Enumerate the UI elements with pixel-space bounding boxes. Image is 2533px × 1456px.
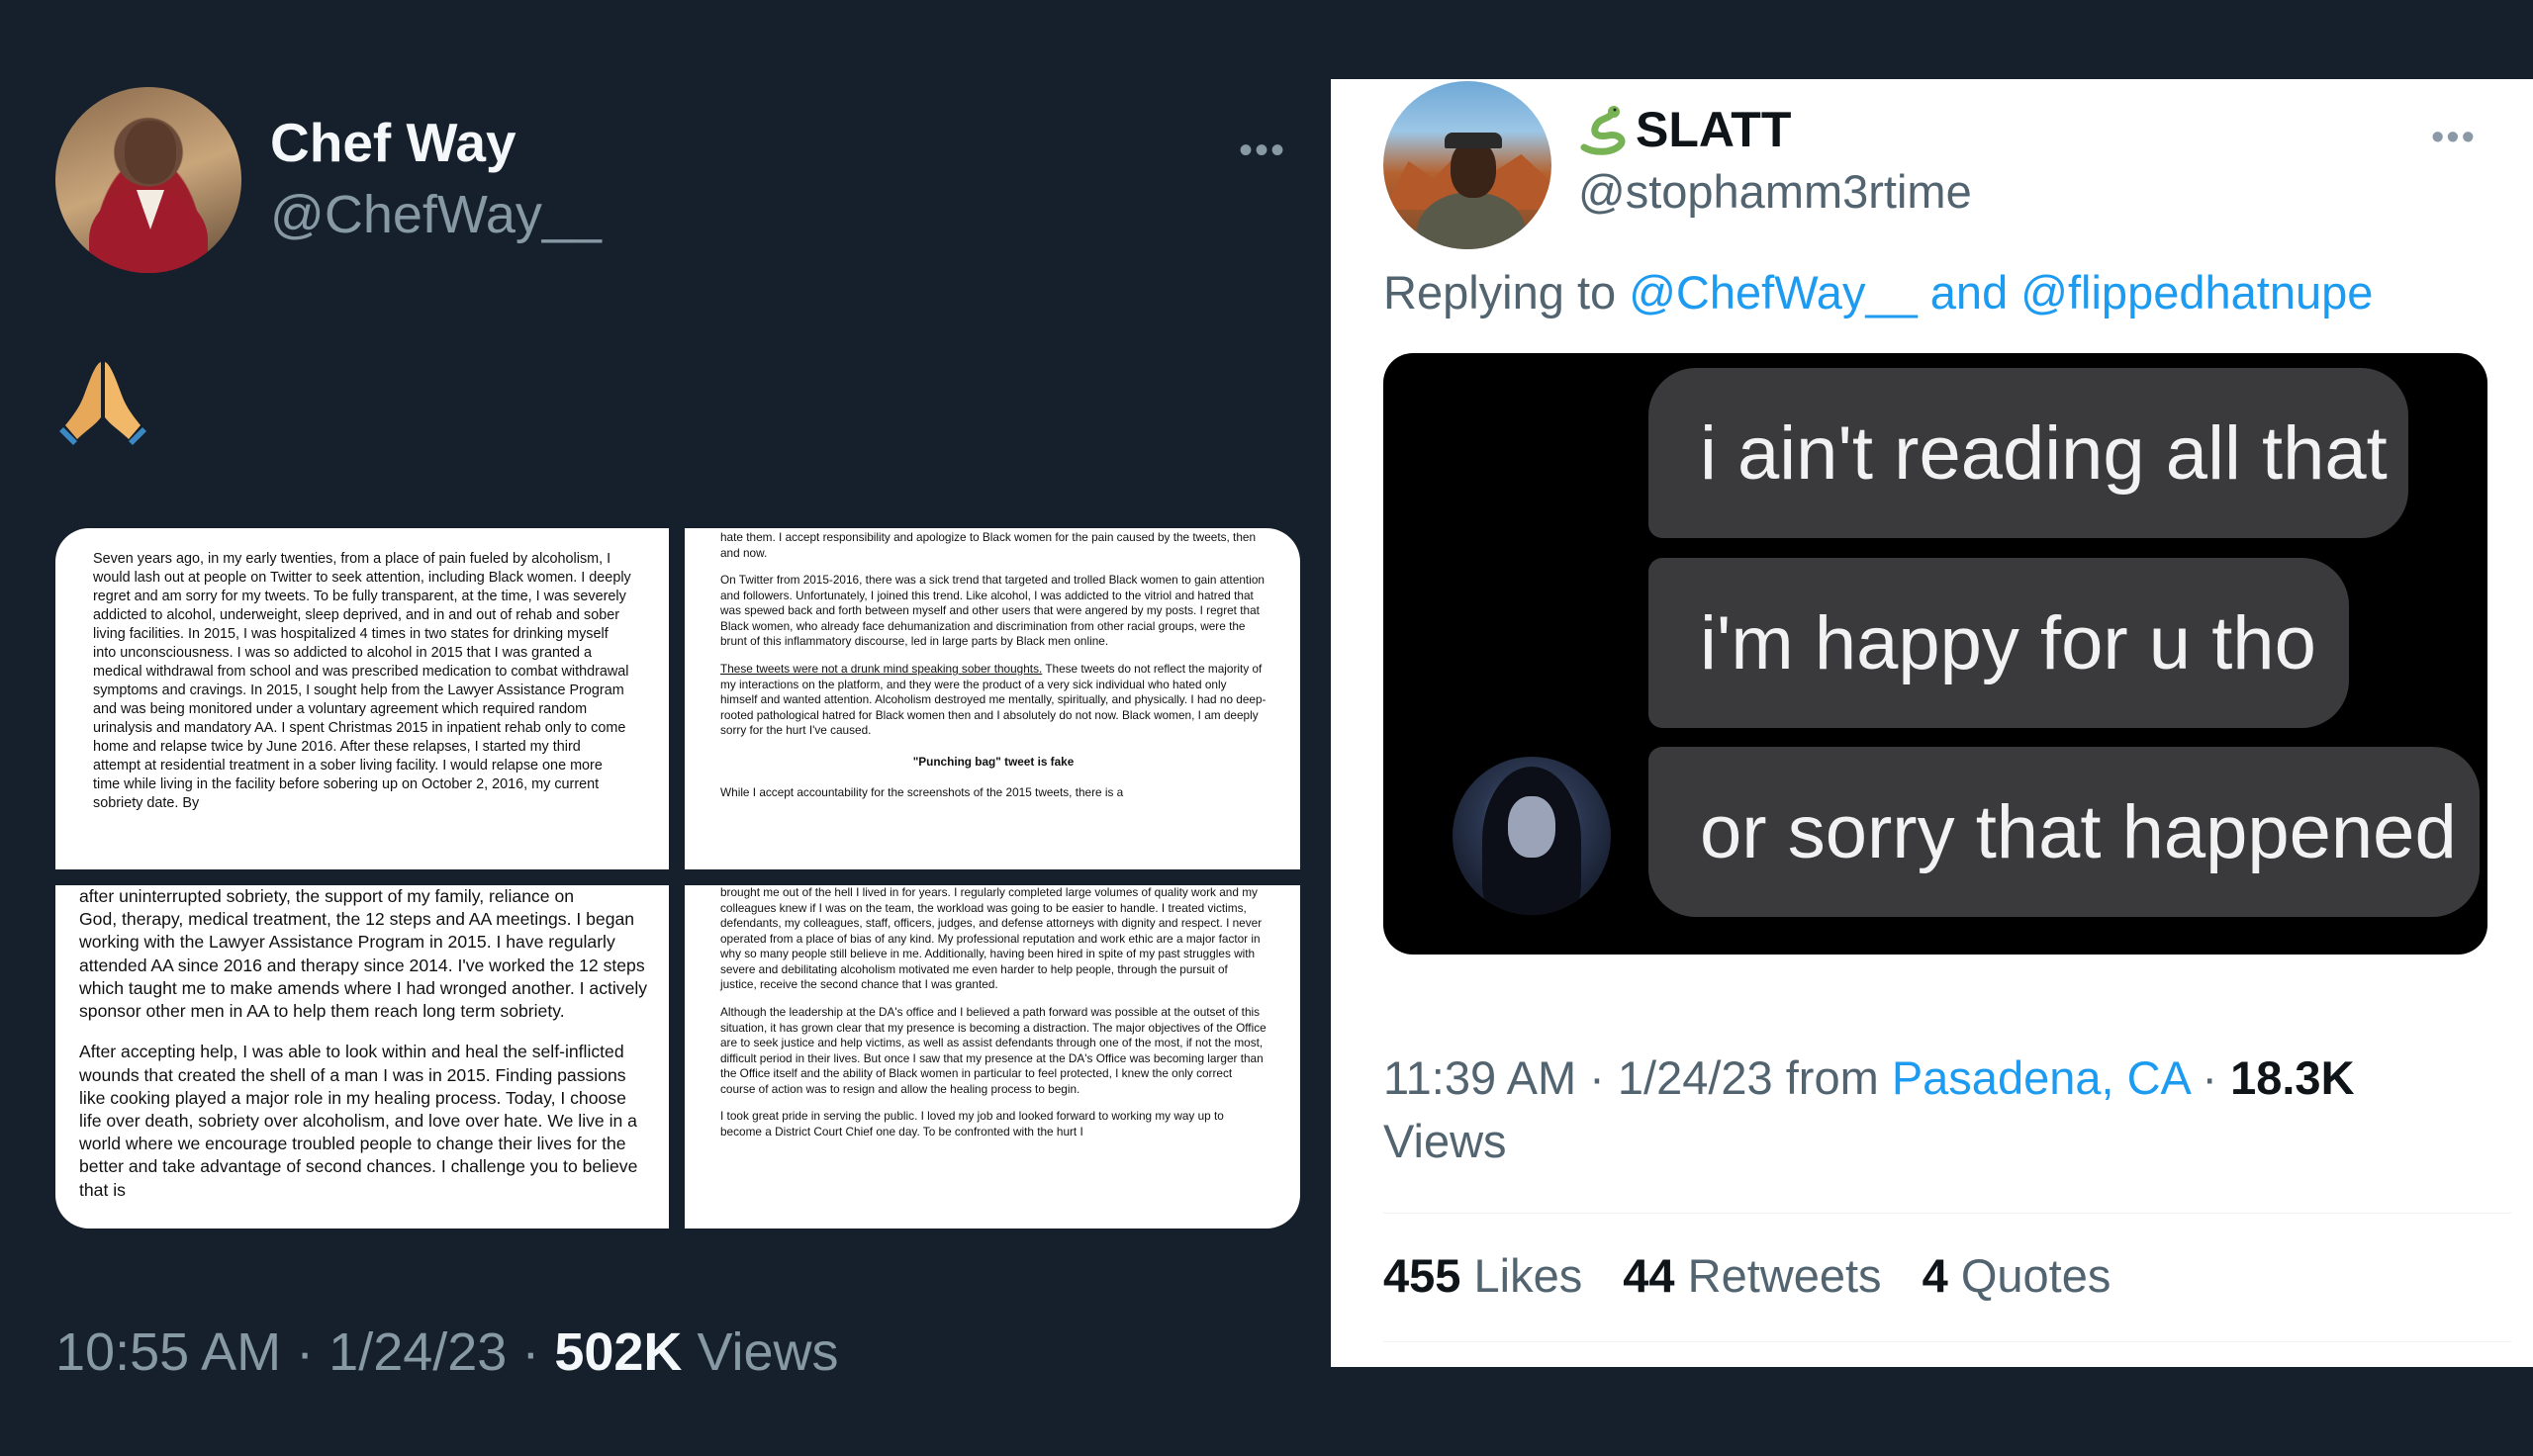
doc-paragraph: After accepting help, I was able to look… xyxy=(79,1042,638,1200)
display-name[interactable]: Chef Way xyxy=(270,111,516,174)
doc-underlined-text: These tweets were not a drunk mind speak… xyxy=(720,661,1043,676)
handle[interactable]: @stophamm3rtime xyxy=(1578,164,1972,219)
folded-hands-icon xyxy=(59,362,146,445)
separator: · xyxy=(1576,1051,1618,1104)
separator: · xyxy=(507,1322,555,1382)
document-image-3[interactable]: after uninterrupted sobriety, the suppor… xyxy=(55,885,669,1228)
doc-paragraph: I took great pride in serving the public… xyxy=(720,1109,1224,1138)
doc-cut-line: after uninterrupted sobriety, the suppor… xyxy=(79,886,575,906)
separator: · xyxy=(2189,1051,2231,1104)
right-tweet: SLATT @stophamm3rtime ••• Replying to @C… xyxy=(1331,79,2533,1367)
quotes-count: 4 xyxy=(1922,1249,1948,1302)
date[interactable]: 1/24/23 xyxy=(328,1322,507,1382)
attached-images[interactable]: Seven years ago, in my early twenties, f… xyxy=(55,528,1300,1228)
divider xyxy=(1383,1213,2511,1214)
document-image-4[interactable]: brought me out of the hell I lived in fo… xyxy=(685,885,1300,1228)
doc-paragraph: These tweets were not a drunk mind speak… xyxy=(720,662,1266,739)
chat-avatar xyxy=(1453,757,1611,915)
more-options-icon[interactable]: ••• xyxy=(1239,129,1286,173)
views-count: 18.3K xyxy=(2230,1051,2355,1104)
more-options-icon[interactable]: ••• xyxy=(2431,117,2477,159)
likes-stat[interactable]: 455 Likes xyxy=(1383,1249,1582,1302)
document-image-1[interactable]: Seven years ago, in my early twenties, f… xyxy=(55,528,669,869)
doc-paragraph: Although the leadership at the DA's offi… xyxy=(720,1004,1266,1096)
document-image-2[interactable]: hate them. I accept responsibility and a… xyxy=(685,528,1300,869)
meme-image[interactable]: i ain't reading all that i'm happy for u… xyxy=(1383,353,2487,955)
doc-paragraph: On Twitter from 2015-2016, there was a s… xyxy=(720,573,1265,649)
date[interactable]: 1/24/23 xyxy=(1618,1051,1773,1104)
doc-paragraph: brought me out of the hell I lived in fo… xyxy=(720,885,1263,992)
doc-paragraph: after uninterrupted sobriety, the suppor… xyxy=(79,885,649,1023)
doc-paragraph: Seven years ago, in my early twenties, f… xyxy=(93,551,631,812)
tweet-metadata: 10:55 AM · 1/24/23 · 502K Views xyxy=(55,1321,839,1383)
doc-paragraph: hate them. I accept responsibility and a… xyxy=(720,530,1257,560)
engagement-stats: 455 Likes 44 Retweets 4 Quotes xyxy=(1383,1248,2138,1303)
snake-icon xyxy=(1580,106,1626,155)
chat-bubble: or sorry that happened xyxy=(1648,747,2480,917)
chat-bubble: i'm happy for u tho xyxy=(1648,558,2349,728)
retweets-count: 44 xyxy=(1623,1249,1675,1302)
quotes-stat[interactable]: 4 Quotes xyxy=(1923,1249,2111,1302)
views-label: Views xyxy=(697,1322,839,1382)
avatar[interactable] xyxy=(55,87,241,273)
avatar[interactable] xyxy=(1383,81,1551,249)
location-link[interactable]: Pasadena, CA xyxy=(1892,1051,2190,1104)
display-name-text: SLATT xyxy=(1636,102,1792,157)
left-tweet: Chef Way @ChefWay__ ••• Seven years ago,… xyxy=(0,0,1331,1456)
mention-link[interactable]: @flippedhatnupe xyxy=(2020,266,2373,318)
mention-link[interactable]: @ChefWay__ xyxy=(1629,266,1918,318)
timestamp[interactable]: 10:55 AM xyxy=(55,1322,281,1382)
views-label: Views xyxy=(1383,1115,1507,1167)
reply-and: and xyxy=(1917,266,2021,318)
likes-label: Likes xyxy=(1473,1249,1583,1302)
timestamp[interactable]: 11:39 AM xyxy=(1383,1051,1576,1104)
replying-to: Replying to @ChefWay__ and @flippedhatnu… xyxy=(1383,265,2373,319)
divider xyxy=(1383,1341,2511,1342)
doc-text: God, therapy, medical treatment, the 12 … xyxy=(79,909,648,1022)
separator: · xyxy=(281,1322,329,1382)
chat-bubble: i ain't reading all that xyxy=(1648,368,2408,538)
handle[interactable]: @ChefWay__ xyxy=(270,184,602,245)
replying-to-label: Replying to xyxy=(1383,266,1630,318)
retweets-stat[interactable]: 44 Retweets xyxy=(1623,1249,1881,1302)
from-label: from xyxy=(1785,1051,1879,1104)
likes-count: 455 xyxy=(1383,1249,1461,1302)
views-count: 502K xyxy=(554,1322,683,1382)
doc-paragraph: While I accept accountability for the sc… xyxy=(720,785,1124,800)
display-name[interactable]: SLATT xyxy=(1578,101,1791,158)
quotes-label: Quotes xyxy=(1960,1249,2111,1302)
retweets-label: Retweets xyxy=(1687,1249,1882,1302)
tweet-metadata: 11:39 AM · 1/24/23 from Pasadena, CA · 1… xyxy=(1383,1046,2472,1173)
doc-heading: "Punching bag" tweet is fake xyxy=(912,754,1075,769)
